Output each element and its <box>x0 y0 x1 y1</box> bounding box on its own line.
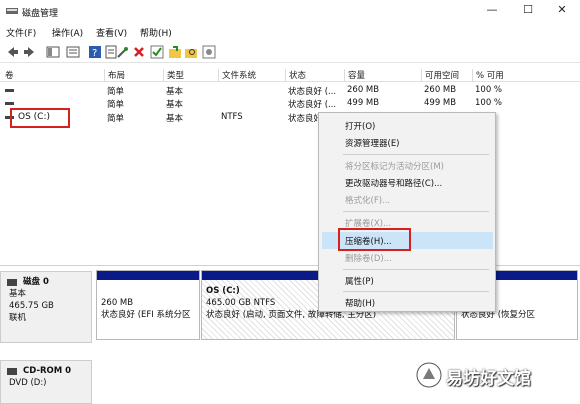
menu-action[interactable]: 操作(A) <box>52 26 83 39</box>
disk-type: DVD (D:) <box>9 378 47 388</box>
row-layout: 简单 <box>107 114 125 124</box>
search-folder-icon[interactable] <box>184 45 198 59</box>
delete-icon[interactable] <box>132 45 146 59</box>
disk-icon <box>7 279 17 286</box>
col-free-space[interactable]: 可用空间 <box>421 69 459 82</box>
list-view-icon[interactable] <box>66 45 80 59</box>
row-status: 状态良好 (... <box>288 100 337 110</box>
menu-item-change-drive-letter[interactable]: 更改驱动器号和路径(C)... <box>345 177 442 189</box>
volume-list-header: 卷 布局 类型 文件系统 状态 容量 可用空间 % 可用 <box>0 67 580 82</box>
row-free: 499 MB <box>424 98 457 108</box>
console-tree-icon[interactable] <box>46 45 60 59</box>
menu-separator <box>343 291 489 292</box>
back-arrow-icon[interactable] <box>6 45 20 59</box>
menu-file[interactable]: 文件(F) <box>6 26 36 39</box>
row-pct: 100 % <box>475 85 503 95</box>
check-icon[interactable] <box>150 45 164 59</box>
menu-item-delete-volume[interactable]: 删除卷(D)... <box>345 252 392 264</box>
row-type: 基本 <box>166 114 184 124</box>
disk-name: CD-ROM 0 <box>23 366 72 376</box>
row-capacity: 260 MB <box>347 85 380 95</box>
row-layout: 简单 <box>107 100 125 110</box>
disk-0-label[interactable]: 磁盘 0 基本 465.75 GB 联机 <box>0 271 92 343</box>
menu-item-properties[interactable]: 属性(P) <box>345 275 374 287</box>
disk-type: 基本 <box>9 289 27 299</box>
menu-separator <box>343 154 489 155</box>
connect-icon[interactable] <box>116 45 130 59</box>
menu-help[interactable]: 帮助(H) <box>140 26 172 39</box>
menu-item-explorer[interactable]: 资源管理器(E) <box>345 137 400 149</box>
title-bar: 磁盘管理 — ☐ ✕ <box>0 0 580 24</box>
svg-text:?: ? <box>92 48 97 59</box>
watermark-logo-icon <box>416 362 442 388</box>
maximize-button[interactable]: ☐ <box>512 0 544 22</box>
row-capacity: 499 MB <box>347 98 380 108</box>
disk-name: 磁盘 0 <box>23 277 49 287</box>
watermark: 易坊好文馆 <box>412 358 577 392</box>
row-status: 状态良好 (... <box>288 87 337 97</box>
col-type[interactable]: 类型 <box>163 69 184 82</box>
close-button[interactable]: ✕ <box>546 0 578 22</box>
col-filesystem[interactable]: 文件系统 <box>218 69 256 82</box>
table-row[interactable]: 简单 基本 状态良好 (... 260 MB 260 MB 100 % <box>0 85 580 98</box>
col-capacity[interactable]: 容量 <box>344 69 365 82</box>
row-layout: 简单 <box>107 87 125 97</box>
row-filesystem: NTFS <box>221 112 243 122</box>
volume-icon <box>5 102 14 105</box>
row-free: 260 MB <box>424 85 457 95</box>
window-title: 磁盘管理 <box>22 9 59 19</box>
table-row[interactable]: 简单 基本 状态良好 (... 499 MB 499 MB 100 % <box>0 98 580 111</box>
highlight-os-c <box>10 108 70 128</box>
volume-icon <box>5 89 14 92</box>
col-volume[interactable]: 卷 <box>2 69 14 82</box>
partition-size: 260 MB <box>101 298 134 308</box>
menu-item-mark-active[interactable]: 将分区标记为活动分区(M) <box>345 160 444 172</box>
highlight-shrink-volume <box>338 228 411 251</box>
toolbar: ? <box>0 41 580 63</box>
menu-separator <box>343 211 489 212</box>
minimize-button[interactable]: — <box>476 0 508 22</box>
col-percent-free[interactable]: % 可用 <box>472 69 504 82</box>
new-folder-icon[interactable] <box>168 45 182 59</box>
partition-status: 状态良好 (EFI 系统分区 <box>101 310 191 320</box>
forward-arrow-icon[interactable] <box>22 45 36 59</box>
menu-item-help[interactable]: 帮助(H) <box>345 297 375 309</box>
partition-bar <box>97 271 199 280</box>
col-status[interactable]: 状态 <box>285 69 306 82</box>
cdrom-0-label[interactable]: CD-ROM 0 DVD (D:) <box>0 360 92 404</box>
menu-item-format[interactable]: 格式化(F)... <box>345 194 390 206</box>
help-icon[interactable]: ? <box>88 45 102 59</box>
col-layout[interactable]: 布局 <box>104 69 125 82</box>
partition-name <box>101 285 195 297</box>
disk-size: 465.75 GB <box>9 301 54 311</box>
menu-view[interactable]: 查看(V) <box>96 26 127 39</box>
partition-efi[interactable]: 260 MB 状态良好 (EFI 系统分区 <box>96 270 200 340</box>
context-menu: 打开(O) 资源管理器(E) 将分区标记为活动分区(M) 更改驱动器号和路径(C… <box>318 112 496 312</box>
menu-separator <box>343 269 489 270</box>
row-type: 基本 <box>166 87 184 97</box>
watermark-text: 易坊好文馆 <box>446 369 531 389</box>
disk-status: 联机 <box>9 313 27 323</box>
menu-item-open[interactable]: 打开(O) <box>345 120 375 132</box>
row-pct: 100 % <box>475 98 503 108</box>
cdrom-icon <box>7 368 17 375</box>
row-type: 基本 <box>166 100 184 110</box>
settings-icon[interactable] <box>202 45 216 59</box>
disk-management-icon <box>6 8 18 14</box>
menu-bar: 文件(F) 操作(A) 查看(V) 帮助(H) <box>0 24 580 41</box>
